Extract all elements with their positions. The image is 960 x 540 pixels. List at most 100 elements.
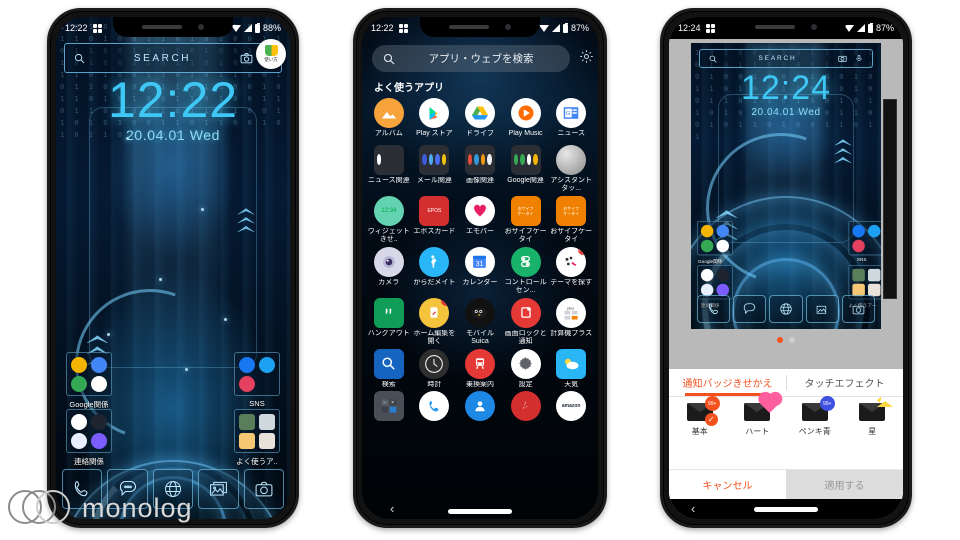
back-chevron-icon[interactable]: ‹ xyxy=(390,501,394,516)
app-item[interactable]: Play ストア xyxy=(412,98,458,139)
app-item[interactable]: Google関連 xyxy=(503,144,549,194)
home-gesture-pill[interactable] xyxy=(754,507,818,512)
app-item[interactable]: amazon xyxy=(548,391,594,421)
apply-button[interactable]: 適用する xyxy=(786,470,903,499)
app-item[interactable]: 天気 xyxy=(548,348,594,390)
app-item[interactable]: おサイフ ケータイ おサイフケータイ xyxy=(548,195,594,245)
badge-option-basic[interactable]: 99+ ✓ 基本 xyxy=(671,396,729,437)
app-item[interactable]: EPOS エポスカード xyxy=(412,195,458,245)
app-item[interactable]: 設定 xyxy=(503,348,549,390)
cancel-button[interactable]: キャンセル xyxy=(669,470,786,499)
app-mini-icon xyxy=(239,414,256,430)
app-item[interactable]: メール関連 xyxy=(412,144,458,194)
camera-icon xyxy=(373,246,404,277)
app-label: エモパー xyxy=(465,227,494,235)
section-title: よく使うアプリ xyxy=(374,83,444,94)
svg-text:31: 31 xyxy=(476,260,484,268)
chat-bubble-icon xyxy=(744,303,756,315)
google-news-icon: G xyxy=(556,98,587,128)
page-dot[interactable] xyxy=(789,337,795,343)
battery-icon xyxy=(562,22,568,33)
dock-camera-button[interactable] xyxy=(243,469,285,509)
phone-3-screen: 12:24 87% 1 0 1 0 0 1 1 0 1 1 0 0 1 0 1 … xyxy=(669,17,903,519)
app-item[interactable]: plus 計算機プラス xyxy=(548,297,594,347)
clock-time: 12:24 xyxy=(740,69,832,107)
folder-google[interactable]: Google関係 xyxy=(66,352,112,410)
status-time: 12:22 xyxy=(371,23,394,33)
folder-label: SNS xyxy=(856,257,867,263)
app-item[interactable]: 時計 xyxy=(412,348,458,390)
favorites-grid: アルバム Play ストア ドライブ Play Music G ニュース xyxy=(362,98,598,139)
app-item[interactable] xyxy=(457,391,503,421)
amazon-icon: amazon xyxy=(556,391,587,421)
app-label: 計算機プラス xyxy=(550,329,593,337)
microphone-icon xyxy=(855,54,863,63)
app-item[interactable]: からだメイト xyxy=(412,246,458,296)
app-item[interactable]: 画面ロックと通知 xyxy=(503,297,549,347)
app-label: からだメイト xyxy=(413,278,456,286)
app-label: アルバム xyxy=(374,130,403,137)
svg-text:plus: plus xyxy=(568,306,575,310)
album-icon xyxy=(373,98,404,128)
control-center-icon xyxy=(510,246,541,277)
folder-sns[interactable]: SNS xyxy=(234,352,280,408)
badge-label: ペンキ青 xyxy=(798,427,831,436)
app-item[interactable]: 画像関連 xyxy=(457,144,503,194)
app-item[interactable]: おサイフ ケータイ おサイフケータイ xyxy=(503,195,549,245)
badge-option-paint-blue[interactable]: 99+ ペンキ青 xyxy=(786,396,844,437)
folder-preview xyxy=(848,221,881,256)
badge-option-heart[interactable]: ハート xyxy=(729,393,787,437)
search-bar[interactable]: SEARCH xyxy=(64,43,282,73)
dock-gallery-button[interactable] xyxy=(198,469,239,509)
camera-icon[interactable] xyxy=(240,52,253,65)
acrobat-icon xyxy=(510,391,541,421)
app-item[interactable]: エモパー xyxy=(457,195,503,245)
page-indicator[interactable] xyxy=(691,329,881,343)
folder-icon xyxy=(419,144,450,175)
app-item[interactable]: 乗換案内 xyxy=(457,348,503,390)
app-item[interactable]: ハングアウト xyxy=(366,297,412,347)
app-item[interactable]: モバイルSuica xyxy=(457,297,503,347)
badge-label: 星 xyxy=(868,427,877,436)
gear-icon[interactable] xyxy=(579,49,594,69)
tab-label: 通知バッジきせかえ xyxy=(682,379,773,390)
settings-gear-icon xyxy=(510,348,541,379)
app-item[interactable]: コントロールセン... xyxy=(503,246,549,296)
camera-icon xyxy=(838,54,847,63)
back-chevron-icon[interactable]: ‹ xyxy=(691,501,695,516)
front-camera-icon xyxy=(811,24,817,30)
apps-grid-icon xyxy=(398,23,408,33)
home-gesture-pill[interactable] xyxy=(448,509,512,514)
drawer-search-input[interactable]: アプリ・ウェブを検索 xyxy=(372,45,593,72)
folder-frequent[interactable]: よく使うア.. xyxy=(234,409,280,467)
app-item[interactable]: アルバム xyxy=(366,98,412,139)
howto-badge[interactable]: 使い方 xyxy=(256,39,286,69)
preview-dock xyxy=(697,295,876,323)
app-item[interactable]: ドライブ xyxy=(457,98,503,139)
app-mini-icon xyxy=(258,433,275,449)
app-item[interactable] xyxy=(412,391,458,421)
folder-contacts[interactable]: 連絡関係 xyxy=(66,409,112,467)
app-item[interactable]: 99+ テーマを探す xyxy=(548,246,594,296)
app-item[interactable]: カメラ xyxy=(366,246,412,296)
calendar-icon: 31 xyxy=(464,246,495,277)
app-item[interactable]: 検索 xyxy=(366,348,412,390)
app-item[interactable]: 1 ホーム編集を開く xyxy=(412,297,458,347)
tab-touch-effect[interactable]: タッチエフェクト xyxy=(786,369,903,396)
app-item[interactable]: アシスタントタッ... xyxy=(548,144,594,194)
app-label: 画面ロックと通知 xyxy=(504,329,547,346)
page-dot-active[interactable] xyxy=(777,337,783,343)
app-item[interactable]: ニュース関連 xyxy=(366,144,412,194)
app-item[interactable]: G ニュース xyxy=(548,98,594,139)
front-camera-icon xyxy=(505,24,511,30)
app-item[interactable]: 31 カレンダー xyxy=(457,246,503,296)
app-label: 画像関連 xyxy=(465,176,494,184)
app-item[interactable] xyxy=(503,391,549,421)
app-label: Play ストア xyxy=(416,130,453,137)
app-item[interactable]: Play Music xyxy=(503,98,549,139)
app-item[interactable]: − × xyxy=(366,391,412,421)
badge-option-star[interactable]: 星 xyxy=(844,400,902,437)
home-preview-pane[interactable]: 1 0 1 0 0 1 1 0 1 1 0 0 1 0 1 0 1 1 0 1 … xyxy=(669,39,903,369)
app-item[interactable]: 12:34 ウィジェットきせ.. xyxy=(366,195,412,245)
play-music-icon xyxy=(510,98,541,128)
